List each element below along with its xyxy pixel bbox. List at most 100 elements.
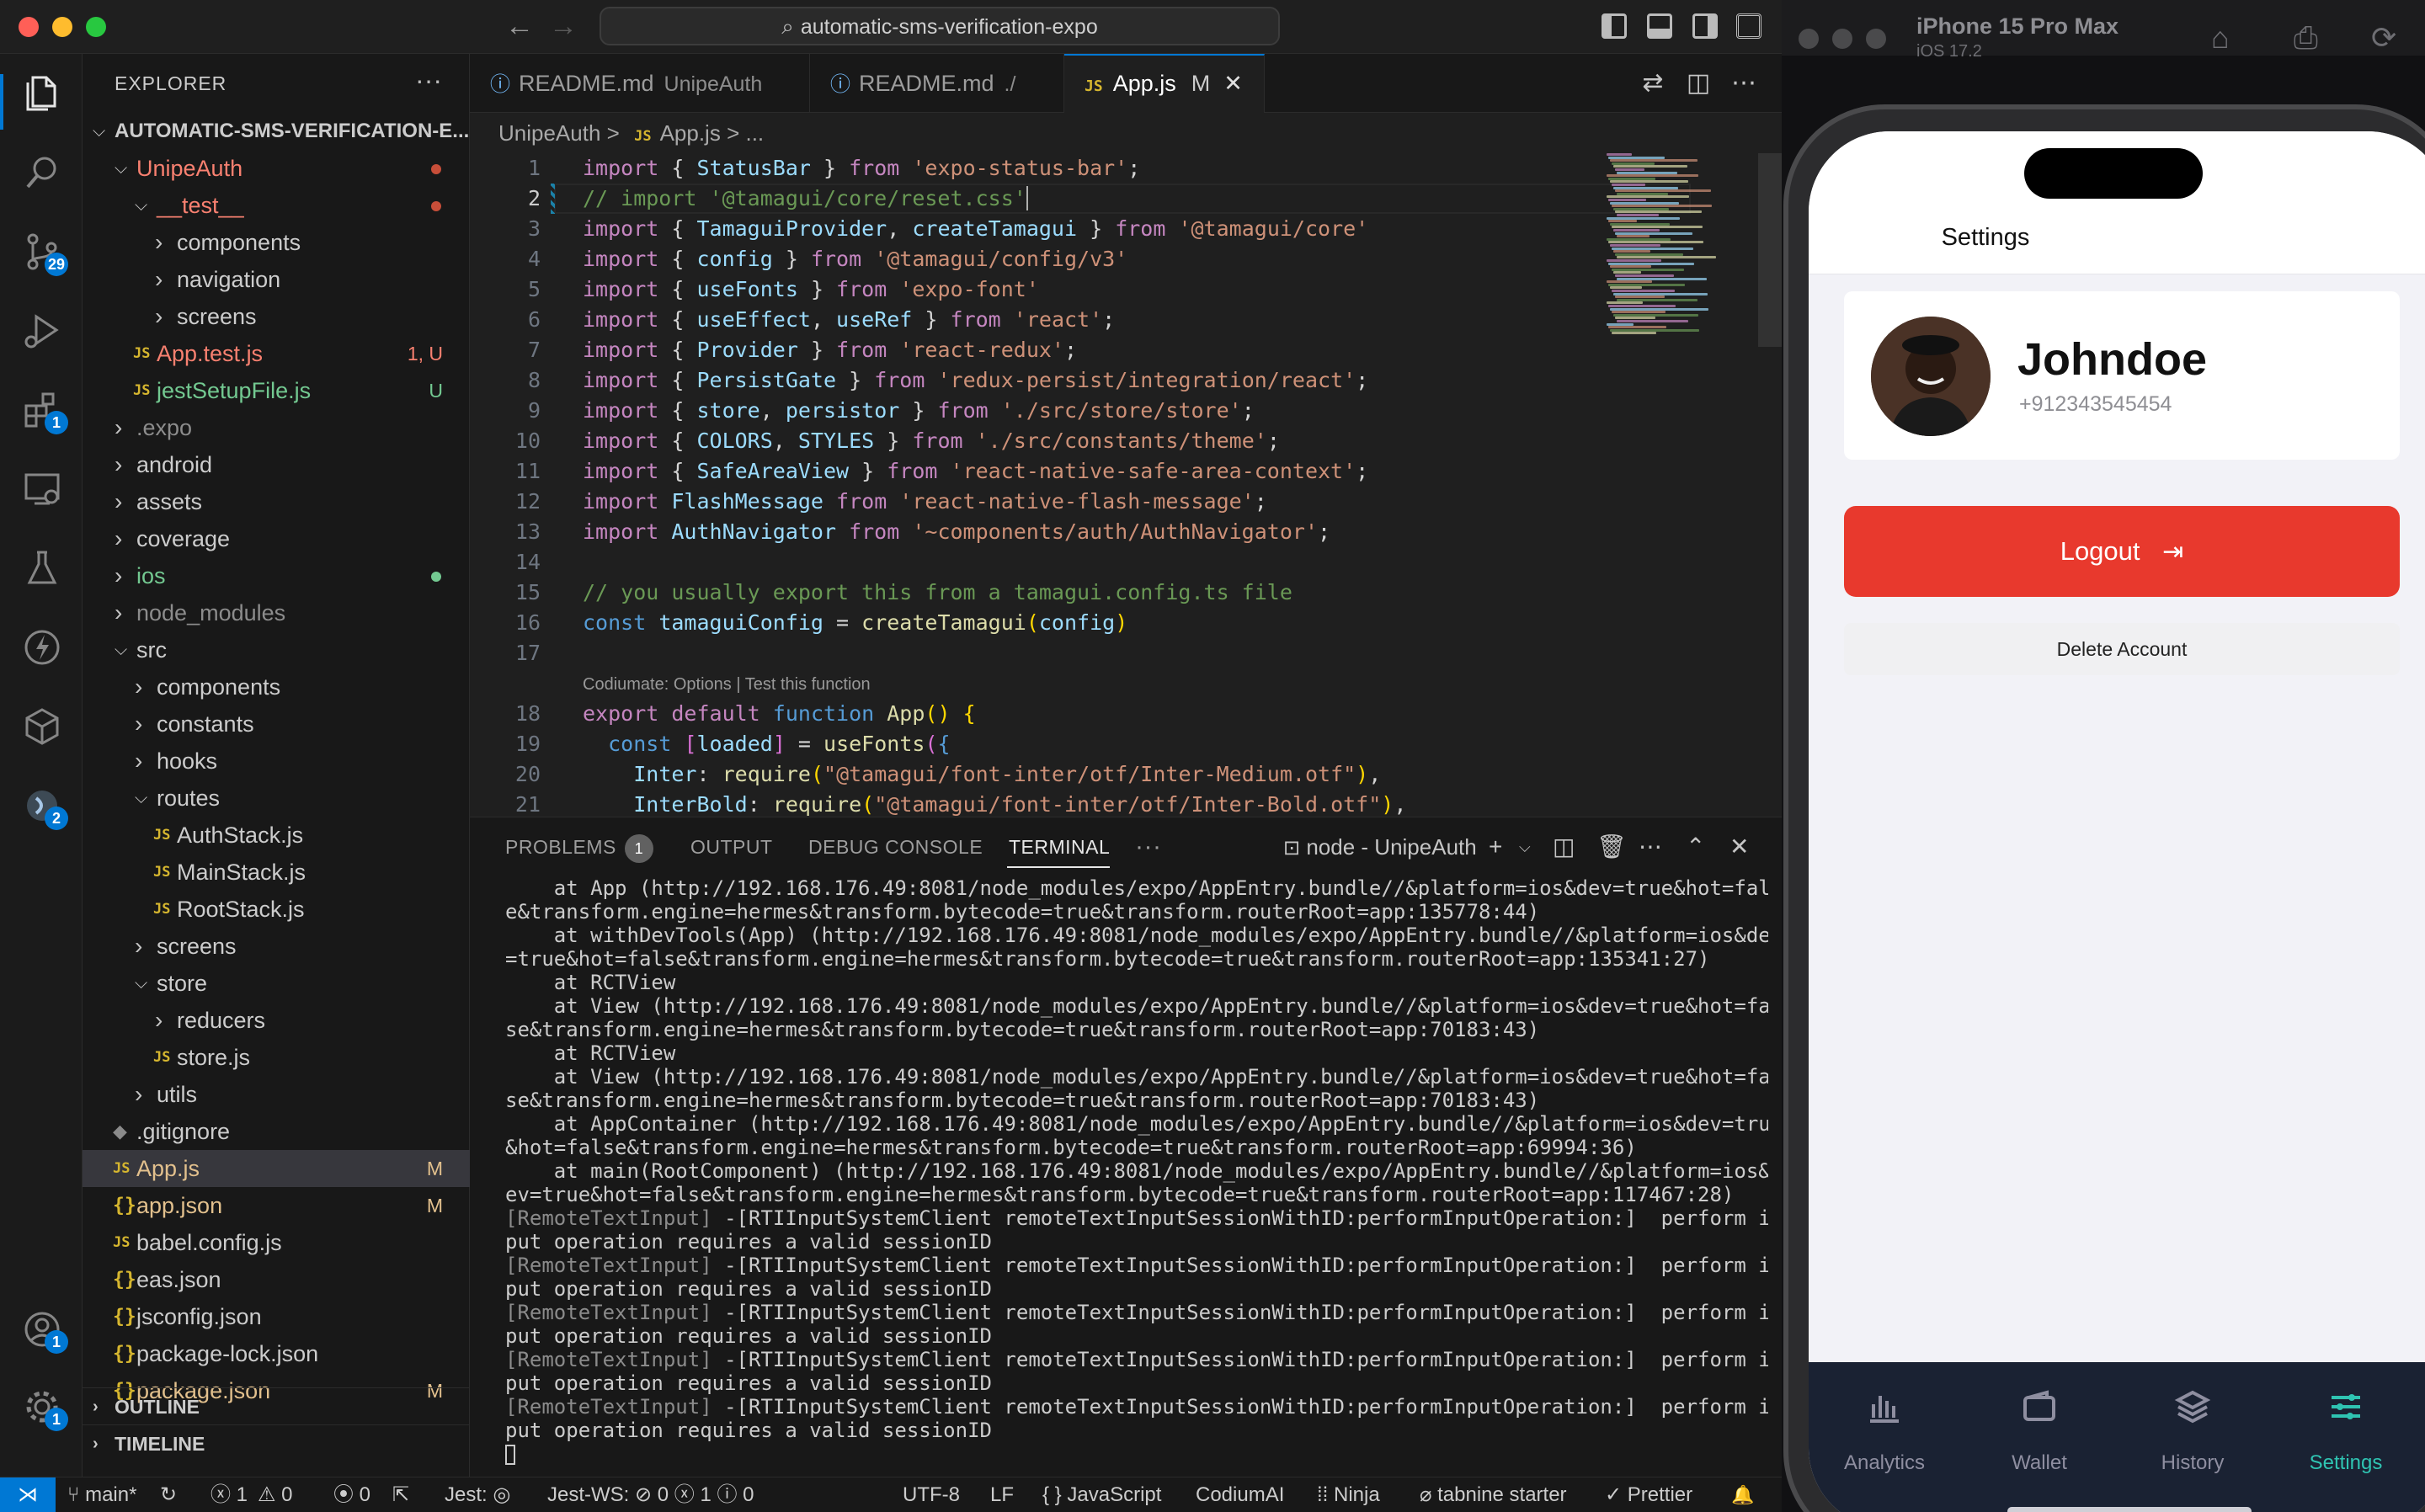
folder-item[interactable]: › reducers [83,1002,470,1039]
folder-item[interactable]: › assets [83,483,470,520]
folder-item[interactable]: › .expo [83,409,470,446]
extensions-icon[interactable]: 1 [21,389,68,434]
tab-app-js[interactable]: JS App.js M ✕ [1064,54,1265,113]
lightning-extension-icon[interactable] [21,626,63,668]
codelens-actions[interactable]: Codiumate: Options | Test this function [583,672,871,697]
code-line[interactable]: import { COLORS, STYLES } from './src/co… [583,426,1280,456]
tab-history[interactable]: History [2117,1387,2268,1475]
folder-item[interactable]: › screens [83,928,470,965]
tab-problems[interactable]: PROBLEMS 1 [505,817,653,876]
back-arrow-icon[interactable]: ← [505,10,534,43]
prettier-status[interactable]: ✓ Prettier [1605,1477,1692,1512]
logout-button[interactable]: Logout ⇥ [1844,506,2400,597]
sim-zoom-button[interactable] [1866,29,1886,49]
folder-item[interactable]: › components [83,668,470,705]
encoding[interactable]: UTF-8 [903,1477,960,1512]
code-line[interactable]: import { TamaguiProvider, createTamagui … [583,214,1368,244]
file-item[interactable]: JS App.js M [83,1150,470,1187]
editor-scrollbar[interactable] [1758,153,1782,347]
folder-item[interactable]: ⌵ __test__ [83,187,470,224]
folder-item[interactable]: › ios [83,557,470,594]
folder-item[interactable]: › components [83,224,470,261]
folder-item[interactable]: › navigation [83,261,470,298]
code-line[interactable]: import FlashMessage from 'react-native-f… [583,487,1267,517]
toggle-panel-icon[interactable] [1647,13,1672,39]
zoom-window-button[interactable] [86,17,106,37]
file-item[interactable]: ◆ .gitignore [83,1113,470,1150]
remote-explorer-icon[interactable] [21,468,63,510]
terminal-prompt[interactable] [505,1442,1768,1466]
folder-item[interactable]: › constants [83,705,470,743]
open-changes-icon[interactable]: ⇄ [1640,71,1666,96]
project-root[interactable]: ⌵ AUTOMATIC-SMS-VERIFICATION-E... [83,113,470,150]
code-line[interactable]: import { useEffect, useRef } from 'react… [583,305,1115,335]
close-icon[interactable]: ✕ [1223,71,1243,96]
code-line[interactable]: import { PersistGate } from 'redux-persi… [583,365,1368,396]
code-editor[interactable]: 1 import { StatusBar } from 'expo-status-… [470,153,1782,817]
breadcrumb-trail[interactable]: > ... [727,120,764,146]
trash-icon[interactable]: 🗑 [1596,834,1627,860]
run-debug-icon[interactable] [21,310,63,352]
file-item[interactable]: JS App.test.js 1, U [83,335,470,372]
file-item[interactable]: JS babel.config.js [83,1224,470,1261]
file-item[interactable]: JS store.js [83,1039,470,1076]
code-line[interactable]: const tamaguiConfig = createTamagui(conf… [583,608,1127,638]
split-editor-icon[interactable]: ◫ [1686,71,1711,96]
sync-icon[interactable]: ↻ [160,1477,177,1512]
panel-more-tabs[interactable]: ··· [1135,817,1161,876]
more-actions-icon[interactable]: ⋯ [1639,834,1662,860]
folder-item[interactable]: › screens [83,298,470,335]
customize-layout-icon[interactable] [1736,13,1761,39]
file-item[interactable]: {} app.json M [83,1187,470,1224]
jest-ws-status[interactable]: Jest-WS: ⊘ 0 ⓧ 1 ⓘ 0 [547,1477,754,1512]
code-line[interactable]: import { config } from '@tamagui/config/… [583,244,1127,274]
folder-item[interactable]: ⌵ routes [83,780,470,817]
errors-count[interactable]: ⓧ 1 [211,1477,248,1512]
cube-extension-icon[interactable] [21,705,63,748]
tabnine-status[interactable]: ⌀ tabnine starter [1420,1477,1567,1512]
close-panel-icon[interactable]: ✕ [1729,834,1749,860]
ports-count[interactable]: ⦿ 0 [333,1477,370,1512]
explorer-more-actions-button[interactable]: ··· [415,54,442,113]
code-line[interactable]: // you usually export this from a tamagu… [583,578,1292,608]
tab-output[interactable]: OUTPUT [690,817,773,876]
forward-arrow-icon[interactable]: → [549,10,578,43]
code-line[interactable]: import { Provider } from 'react-redux'; [583,335,1077,365]
code-line[interactable]: import { store, persistor } from './src/… [583,396,1255,426]
file-item[interactable]: JS RootStack.js [83,891,470,928]
tab-debug-console[interactable]: DEBUG CONSOLE [808,817,983,876]
accounts-icon[interactable]: 1 [21,1308,68,1354]
new-terminal-icon[interactable]: + [1489,834,1502,860]
folder-item[interactable]: › coverage [83,520,470,557]
code-line[interactable]: import { SafeAreaView } from 'react-nati… [583,456,1368,487]
outline-section[interactable]: › OUTLINE [83,1387,470,1424]
more-actions-icon[interactable]: ⋯ [1731,71,1756,96]
minimap[interactable] [1603,153,1755,338]
toggle-secondary-sidebar-icon[interactable] [1692,13,1718,39]
code-line[interactable]: import { StatusBar } from 'expo-status-b… [583,153,1140,184]
breadcrumb-folder[interactable]: UnipeAuth [498,120,600,146]
explorer-files-icon[interactable] [21,72,63,114]
delete-account-button[interactable]: Delete Account [1844,623,2400,675]
ninja-status[interactable]: ⁞⁞ Ninja [1317,1477,1380,1512]
folder-item[interactable]: ⌵ UnipeAuth [83,150,470,187]
code-line[interactable]: import AuthNavigator from '~components/a… [583,517,1330,547]
file-item[interactable]: {} jsconfig.json [83,1298,470,1335]
folder-item[interactable]: ⌵ store [83,965,470,1002]
language-mode[interactable]: { } JavaScript [1042,1477,1161,1512]
code-line[interactable]: const [loaded] = useFonts({ [583,729,950,759]
notifications-bell-icon[interactable]: 🔔 [1731,1477,1754,1512]
folder-item[interactable]: › hooks [83,743,470,780]
file-item[interactable]: {} eas.json [83,1261,470,1298]
manage-gear-icon[interactable]: 1 [21,1386,68,1431]
search-view-icon[interactable] [21,152,63,194]
end-of-line[interactable]: LF [990,1477,1014,1512]
terminal-output[interactable]: at App (http://192.168.176.49:8081/node_… [505,876,1768,1466]
toggle-primary-sidebar-icon[interactable] [1602,13,1627,39]
live-share-icon[interactable]: ⇱ [392,1477,409,1512]
split-terminal-icon[interactable]: ◫ [1553,834,1575,860]
source-control-icon[interactable]: 29 [21,231,68,276]
chevron-down-icon[interactable]: ⌵ [1519,834,1531,860]
tab-analytics[interactable]: Analytics [1809,1387,1960,1475]
home-icon[interactable]: ⌂ [2211,20,2230,56]
